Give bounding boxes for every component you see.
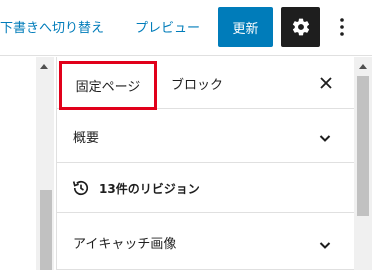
featured-image-panel-toggle[interactable]: アイキャッチ画像 (57, 213, 355, 270)
featured-image-panel-title: アイキャッチ画像 (73, 237, 177, 252)
editor-header-toolbar: 下書きへ切り替え プレビュー 更新 (0, 0, 372, 56)
editor-scrollbar-thumb[interactable] (40, 190, 52, 270)
summary-panel-toggle[interactable]: 概要 (57, 109, 355, 163)
vertical-ellipsis-icon (340, 18, 344, 36)
preview-button[interactable]: プレビュー (135, 17, 200, 36)
sidebar-scroll-up-arrow-icon[interactable] (359, 64, 367, 69)
summary-panel-title: 概要 (73, 131, 100, 146)
close-sidebar-button[interactable] (315, 72, 337, 94)
revisions-label: 13件のリビジョン (99, 182, 200, 196)
update-button[interactable]: 更新 (218, 7, 273, 47)
tab-page[interactable]: 固定ページ (59, 61, 157, 110)
update-button-label: 更新 (232, 21, 259, 37)
history-icon (72, 180, 89, 196)
chevron-down-icon (319, 135, 331, 142)
gear-icon (292, 18, 309, 36)
tab-page-label: 固定ページ (75, 80, 141, 95)
editor-scroll-up-arrow-icon[interactable] (40, 64, 48, 69)
sidebar-scrollbar-thumb[interactable] (357, 76, 369, 216)
revisions-link[interactable]: 13件のリビジョン (57, 163, 355, 213)
settings-sidebar: 固定ページ ブロック 概要 13件のリビジョン アイキャッチ画像 (56, 57, 355, 270)
tab-block[interactable]: ブロック (171, 74, 223, 93)
sidebar-tabs: 固定ページ ブロック (57, 57, 355, 110)
more-options-button[interactable] (331, 10, 353, 44)
settings-button[interactable] (281, 7, 320, 47)
switch-to-draft-button[interactable]: 下書きへ切り替え (0, 17, 104, 36)
chevron-down-icon (319, 242, 331, 249)
close-icon (320, 77, 332, 89)
